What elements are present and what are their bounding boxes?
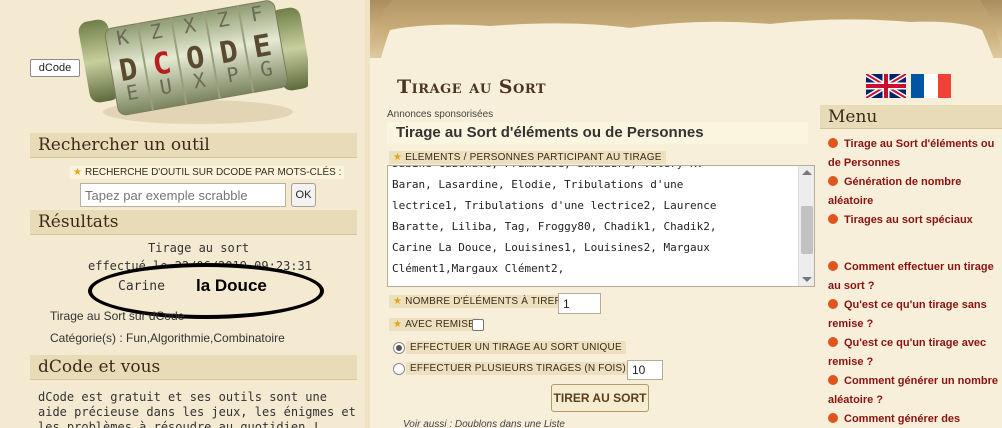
search-label: ★ RECHERCHE D'OUTIL SUR DCODE PAR MOTS-CL… — [70, 166, 345, 179]
elements-label-text: ELEMENTS / PERSONNES PARTICIPANT AU TIRA… — [405, 152, 662, 163]
fr-flag-white — [924, 74, 938, 98]
uk-flag-icon[interactable] — [866, 74, 906, 98]
dcode-home-badge[interactable]: dCode — [30, 59, 80, 77]
remise-label: ★ AVEC REMISE — [389, 318, 479, 331]
parchment-top-edge — [370, 0, 1002, 70]
textarea-line: Clément1,Margaux Clément2, — [392, 262, 565, 275]
star-icon: ★ — [393, 152, 403, 163]
fr-flag-blue — [911, 74, 925, 98]
menu-item-generer-des[interactable]: Comment générer des — [828, 410, 1000, 428]
dcode-description: dCode est gratuit et ses outils sont une… — [38, 390, 356, 428]
star-icon: ★ — [73, 167, 82, 178]
menu-item-avec-remise[interactable]: Qu'est ce qu'un tirage avec remise ? — [828, 334, 1000, 372]
ad-link[interactable]: Tirage au Sort d'éléments ou de Personne… — [387, 122, 808, 144]
result-name-last: la Douce — [196, 276, 267, 295]
menu-item-label: Qu'est ce qu'un tirage avec remise ? — [828, 337, 987, 368]
menu-item-label: Génération de nombre aléatoire — [828, 176, 962, 207]
uk-flag-graphic — [866, 74, 906, 98]
textarea-line: Baran, Lasardine, Elodie, Tribulations d… — [392, 178, 684, 191]
menu-item-label: Comment générer un nombre aléatoire ? — [828, 375, 999, 406]
sponsored-label: Annonces sponsorisées — [387, 109, 494, 120]
menu-item-label: Qu'est ce qu'un tirage sans remise ? — [828, 299, 987, 330]
bullet-icon — [828, 138, 838, 148]
result-name-first: Carine — [118, 279, 165, 294]
main-content: Tirage au Sort Annonces sponsorisées Tir… — [370, 0, 1002, 428]
scroll-up-icon[interactable] — [802, 170, 812, 175]
bullet-icon — [828, 299, 838, 309]
textarea-line: Sabine Cazenave, Framboise, Sandaura, Va… — [392, 166, 797, 174]
page-title: Tirage au Sort — [397, 76, 547, 98]
scroll-down-icon[interactable] — [802, 277, 812, 282]
bullet-icon — [828, 261, 838, 271]
star-icon: ★ — [393, 319, 403, 330]
elements-textarea-content: Sabine Cazenave, Framboise, Sandaura, Va… — [392, 166, 797, 279]
bullet-icon — [828, 214, 838, 224]
nb-elements-label: ★ NOMBRE D'ÉLÉMENTS À TIRER — [389, 295, 566, 308]
textarea-scrollbar[interactable] — [798, 166, 814, 286]
nb-elements-label-text: NOMBRE D'ÉLÉMENTS À TIRER — [405, 296, 562, 307]
search-ok-button[interactable]: OK — [291, 183, 316, 207]
bullet-icon — [828, 375, 838, 385]
dcode-vous-heading: dCode et vous — [30, 355, 357, 380]
menu-item-label: Tirages au sort spéciaux — [844, 214, 973, 226]
search-section-heading: Rechercher un outil — [30, 133, 357, 158]
tool-search-input[interactable] — [80, 183, 286, 207]
result-categories: Catégorie(s) : Fun,Algorithmie,Combinato… — [50, 331, 285, 345]
elements-label: ★ ELEMENTS / PERSONNES PARTICIPANT AU TIR… — [389, 151, 666, 164]
menu-item-tirage[interactable]: Tirage au Sort d'éléments ou de Personne… — [828, 135, 1000, 173]
fr-flag-red — [937, 74, 951, 98]
dcode-logo[interactable]: KZXZF EUXPG D C O D E — [78, 0, 312, 128]
multi-draw-radio[interactable] — [393, 363, 405, 375]
bullet-icon — [828, 413, 838, 423]
result-source-link[interactable]: Tirage au Sort sur dCode — [50, 309, 184, 323]
elements-textarea[interactable]: Sabine Cazenave, Framboise, Sandaura, Va… — [387, 165, 815, 287]
result-title: Tirage au sort — [148, 241, 250, 255]
textarea-line: Carine La Douce, Louisines1, Louisines2,… — [392, 241, 710, 254]
menu-item-nombre[interactable]: Génération de nombre aléatoire — [828, 173, 1000, 211]
unique-draw-radio[interactable] — [393, 342, 405, 354]
remise-checkbox[interactable] — [472, 319, 484, 331]
see-also-link[interactable]: Voir aussi : Doublons dans une Liste — [403, 419, 565, 428]
unique-draw-label: EFFECTUER UN TIRAGE AU SORT UNIQUE — [406, 341, 626, 354]
bullet-icon — [828, 176, 838, 186]
fr-flag-icon[interactable] — [911, 74, 951, 98]
menu-item-label: Tirage au Sort d'éléments ou de Personne… — [828, 138, 995, 169]
menu-item-speciaux[interactable]: Tirages au sort spéciaux — [828, 211, 1000, 230]
menu-item-sans-remise[interactable]: Qu'est ce qu'un tirage sans remise ? — [828, 296, 1000, 334]
cryptex-logo-image: KZXZF EUXPG D C O D E — [78, 0, 312, 124]
nb-elements-input[interactable] — [558, 293, 601, 314]
textarea-line: lectrice1, Tribulations d'une lectrice2,… — [392, 199, 717, 212]
multi-draw-label: EFFECTUER PLUSIEURS TIRAGES (N FOIS) N= — [406, 362, 647, 375]
left-sidebar: KZXZF EUXPG D C O D E dCode Rechercher u… — [0, 0, 365, 428]
search-label-text: RECHERCHE D'OUTIL SUR DCODE PAR MOTS-CLÉ… — [84, 167, 342, 178]
tirer-au-sort-button[interactable]: TIRER AU SORT — [551, 384, 649, 412]
star-icon: ★ — [393, 296, 403, 307]
bullet-icon — [828, 337, 838, 347]
menu-item-label: Comment générer des — [844, 413, 961, 425]
remise-label-text: AVEC REMISE — [405, 319, 475, 330]
multi-draw-n-input[interactable] — [627, 360, 663, 380]
menu-item-generer[interactable]: Comment générer un nombre aléatoire ? — [828, 372, 1000, 410]
results-section-heading: Résultats — [30, 210, 357, 235]
menu-item-comment[interactable]: Comment effectuer un tirage au sort ? — [828, 258, 1000, 296]
textarea-line: Baratte, Liliba, Tag, Froggy80, Chadik1,… — [392, 220, 717, 233]
menu-item-label: Comment effectuer un tirage au sort ? — [828, 261, 994, 292]
scrollbar-thumb[interactable] — [801, 206, 813, 254]
menu-heading: Menu — [820, 105, 1002, 129]
